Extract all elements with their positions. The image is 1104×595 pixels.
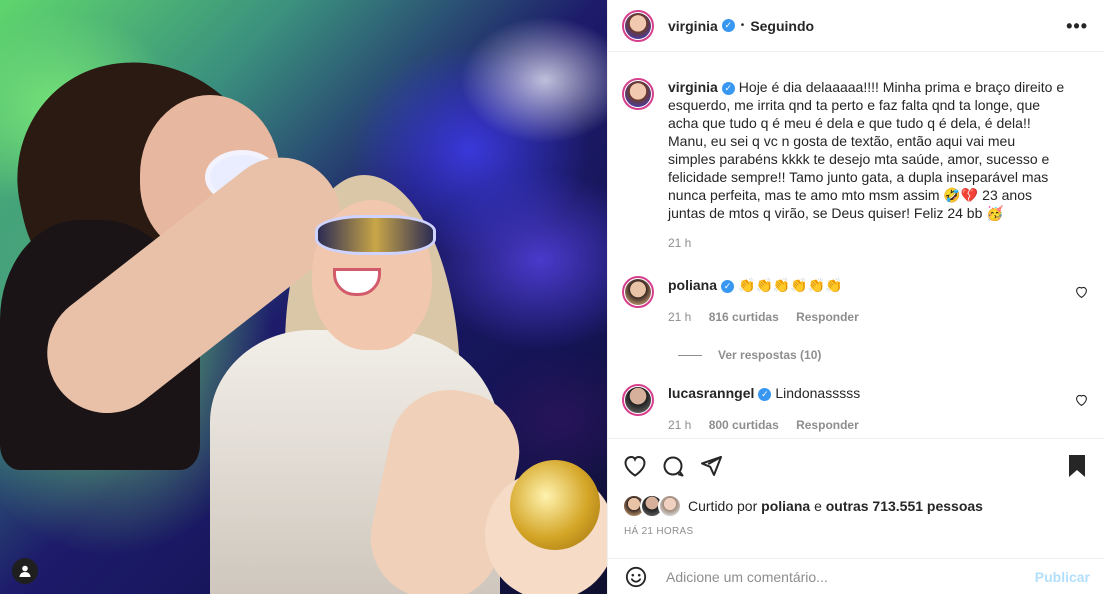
- replies-divider: [678, 354, 702, 356]
- comment-text: Lindonasssss: [775, 385, 861, 401]
- commenter-avatar[interactable]: [622, 276, 654, 308]
- photo-gold-bokeh: [510, 460, 600, 550]
- comments-list[interactable]: virginia ✓ Hoje é dia delaaaaa!!!! Minha p…: [608, 52, 1104, 438]
- separator-dot: •: [740, 20, 745, 31]
- verified-badge-icon: ✓: [721, 19, 735, 32]
- heart-icon[interactable]: [1075, 394, 1088, 409]
- likes-others[interactable]: outras 713.551 pessoas: [826, 498, 983, 514]
- commenter-username[interactable]: poliana: [668, 277, 717, 293]
- photo-mirror-sunglasses: [315, 215, 436, 255]
- author-username[interactable]: virginia: [668, 18, 718, 34]
- comment-icon[interactable]: [660, 453, 686, 479]
- comment-item: poliana ✓ 👏👏👏👏👏👏 21 h 816 curtidas Respond…: [622, 276, 1048, 326]
- post-header: virginia ✓ • Seguindo •••: [608, 0, 1104, 52]
- verified-badge-icon: ✓: [721, 81, 735, 95]
- post-time-ago[interactable]: HÁ 21 HORAS: [624, 526, 693, 537]
- comment-input[interactable]: [664, 568, 1028, 586]
- comment-time[interactable]: 21 h: [668, 310, 691, 324]
- caption-text: Hoje é dia delaaaaa!!!! Minha prima e br…: [668, 79, 1065, 221]
- verified-badge-icon: ✓: [721, 279, 735, 293]
- like-heart-icon[interactable]: [622, 453, 648, 479]
- likes-summary[interactable]: Curtido por poliana e outras 713.551 pes…: [622, 494, 983, 518]
- post-actions: [608, 438, 1104, 491]
- likes-joiner: e: [814, 498, 822, 514]
- comment-meta: 21 h 800 curtidas Responder: [668, 416, 1048, 434]
- reply-button[interactable]: Responder: [796, 418, 859, 432]
- comment-text: 👏👏👏👏👏👏: [738, 277, 843, 293]
- post-modal: virginia ✓ • Seguindo ••• virginia ✓ Hoje …: [0, 0, 1104, 594]
- publish-button[interactable]: Publicar: [1035, 569, 1090, 585]
- add-comment-bar: Publicar: [608, 558, 1104, 595]
- heart-icon[interactable]: [1075, 286, 1088, 301]
- likes-text: Curtido por poliana e outras 713.551 pes…: [688, 498, 983, 514]
- comment-likes[interactable]: 816 curtidas: [709, 310, 779, 324]
- emoji-icon[interactable]: [624, 565, 648, 589]
- comment-likes[interactable]: 800 curtidas: [709, 418, 779, 432]
- caption-time[interactable]: 21 h: [668, 236, 691, 250]
- share-icon[interactable]: [698, 453, 724, 479]
- likes-by-user[interactable]: poliana: [761, 498, 810, 514]
- comment-item: lucasranngel ✓ Lindonasssss 21 h 800 curti…: [622, 384, 1048, 434]
- likes-prefix: Curtido por: [688, 498, 758, 514]
- author-avatar[interactable]: [622, 9, 654, 42]
- comment-time[interactable]: 21 h: [668, 418, 691, 432]
- following-button[interactable]: Seguindo: [750, 18, 814, 34]
- user-tag-icon[interactable]: [12, 558, 38, 584]
- commenter-username[interactable]: lucasranngel: [668, 385, 754, 401]
- reply-button[interactable]: Responder: [796, 310, 859, 324]
- commenter-avatar[interactable]: [622, 384, 654, 416]
- caption-avatar[interactable]: [622, 78, 654, 110]
- post-photo[interactable]: [0, 0, 607, 594]
- bookmark-icon[interactable]: [1064, 453, 1090, 479]
- verified-badge-icon: ✓: [758, 387, 772, 401]
- caption-username[interactable]: virginia: [668, 79, 718, 95]
- post-side-panel: virginia ✓ • Seguindo ••• virginia ✓ Hoje …: [607, 0, 1104, 594]
- comment-meta: 21 h 816 curtidas Responder: [668, 308, 1048, 326]
- liker-avatar: [658, 494, 682, 518]
- view-replies-button[interactable]: Ver respostas (10): [678, 348, 821, 362]
- view-replies-label[interactable]: Ver respostas (10): [718, 348, 821, 362]
- caption: virginia ✓ Hoje é dia delaaaaa!!!! Minha p…: [622, 78, 1066, 252]
- caption-meta: 21 h: [668, 234, 1066, 252]
- more-options-icon[interactable]: •••: [1066, 16, 1088, 37]
